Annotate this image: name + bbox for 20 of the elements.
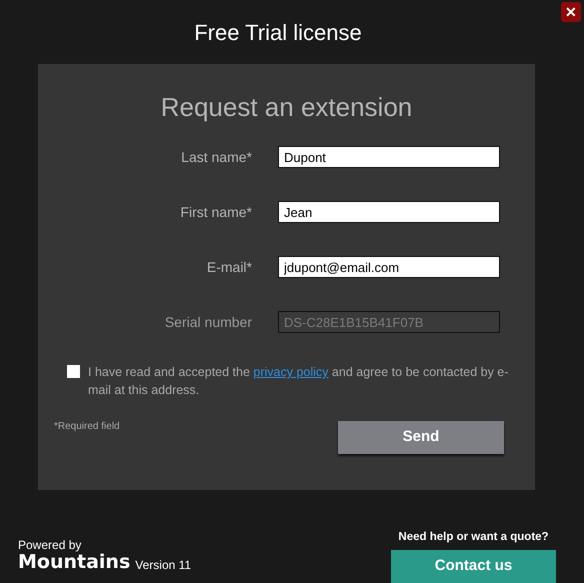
window-title: Free Trial license xyxy=(194,18,362,46)
form-heading: Request an extension xyxy=(160,91,414,124)
close-button[interactable]: ✕ xyxy=(561,2,581,22)
field-label: Last name* xyxy=(180,148,252,166)
field-label: Serial number xyxy=(164,312,252,332)
field-label: First name* xyxy=(179,202,252,222)
consent-text: I have read and accepted the privacy policy and agree to be contacted by e-mail at this address. xyxy=(88,364,510,399)
field-label: E-mail* xyxy=(206,258,252,276)
consent-checkbox[interactable] xyxy=(67,365,80,378)
brand-logo: Mountains xyxy=(18,552,130,572)
required-note: *Required field xyxy=(54,420,120,434)
send-button[interactable]: Send xyxy=(338,421,504,454)
version-text: Version 11 xyxy=(135,558,192,572)
help-text: Need help or want a quote? xyxy=(398,530,549,545)
input-field[interactable]: jdupont@email.com xyxy=(278,256,500,278)
input-field: DS-C28E1B15B41F07B xyxy=(278,311,500,333)
powered-by-text: Powered by xyxy=(18,539,82,552)
input-field[interactable]: Dupont xyxy=(278,146,500,168)
input-field[interactable]: Jean xyxy=(278,201,500,223)
privacy-policy-link[interactable]: privacy policy xyxy=(253,365,328,379)
